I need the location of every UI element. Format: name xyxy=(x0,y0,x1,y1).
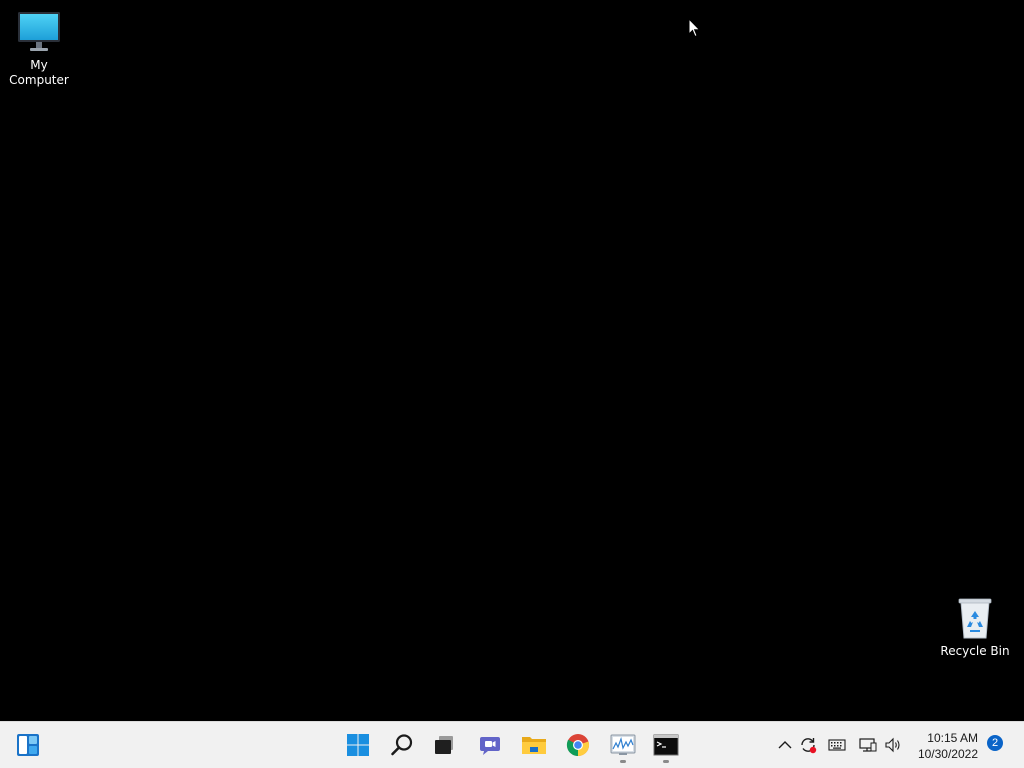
recycle-bin-icon xyxy=(958,598,992,639)
desktop-icon-recycle-bin[interactable]: Recycle Bin xyxy=(935,594,1015,659)
taskbar: 10:15 AM 10/30/2022 xyxy=(0,721,1024,768)
keyboard-icon xyxy=(828,739,846,751)
desktop: My Computer Recycle Bin xyxy=(0,0,1024,721)
task-view-button[interactable] xyxy=(424,722,464,768)
chat-button[interactable] xyxy=(470,722,510,768)
clock-time: 10:15 AM xyxy=(927,731,978,745)
running-indicator xyxy=(620,760,626,763)
notification-badge[interactable]: 2 xyxy=(987,735,1003,751)
network-icon xyxy=(859,738,877,752)
mouse-cursor-icon xyxy=(688,18,701,38)
sync-tray-button[interactable] xyxy=(798,734,818,756)
running-indicator xyxy=(663,760,669,763)
file-explorer-button[interactable] xyxy=(514,722,554,768)
monitor-icon xyxy=(18,12,60,51)
performance-monitor-button[interactable] xyxy=(603,722,643,768)
desktop-icon-label: Recycle Bin xyxy=(940,644,1010,658)
chrome-button[interactable] xyxy=(558,722,598,768)
performance-monitor-icon xyxy=(610,734,636,755)
search-button[interactable] xyxy=(382,722,422,768)
chrome-icon xyxy=(566,734,590,757)
desktop-icon-label: My Computer xyxy=(9,58,69,87)
volume-tray-button[interactable] xyxy=(883,734,903,756)
volume-icon xyxy=(885,737,900,753)
windows-logo-icon xyxy=(347,734,369,756)
keyboard-tray-button[interactable] xyxy=(827,734,847,756)
show-hidden-icons-button[interactable] xyxy=(775,734,795,756)
start-button[interactable] xyxy=(338,722,378,768)
chevron-up-icon xyxy=(778,741,792,749)
clock-button[interactable]: 10:15 AM 10/30/2022 xyxy=(918,730,978,762)
chat-icon xyxy=(480,737,500,755)
network-tray-button[interactable] xyxy=(858,734,878,756)
clock-date: 10/30/2022 xyxy=(917,747,978,761)
widgets-icon xyxy=(17,734,39,756)
search-icon xyxy=(391,734,413,756)
command-prompt-button[interactable] xyxy=(646,722,686,768)
widgets-button[interactable] xyxy=(8,722,48,768)
desktop-icon-my-computer[interactable]: My Computer xyxy=(0,8,79,88)
task-view-icon xyxy=(435,736,453,754)
folder-icon xyxy=(522,737,546,754)
command-prompt-icon xyxy=(653,734,679,756)
sync-icon xyxy=(801,738,817,754)
